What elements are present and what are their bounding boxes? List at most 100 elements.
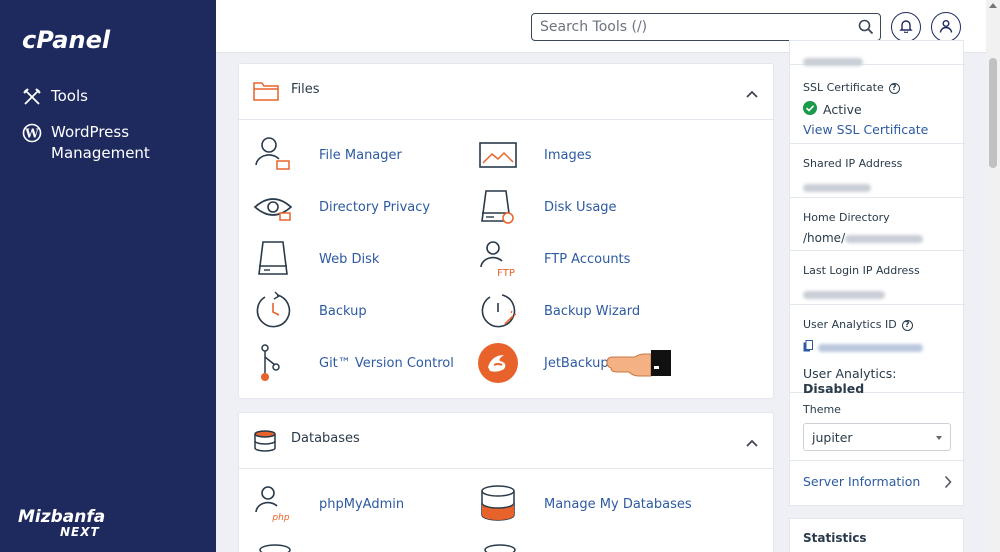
tool-manage-databases[interactable]: Manage My Databases — [478, 484, 692, 524]
chevron-up-icon[interactable] — [745, 433, 759, 452]
tool-label: Directory Privacy — [319, 199, 431, 215]
copy-icon[interactable] — [803, 340, 813, 356]
backup-wizard-icon — [478, 291, 518, 331]
files-panel-header[interactable]: Files — [239, 64, 773, 120]
database-icon — [253, 430, 277, 456]
sidebar-item-wordpress[interactable]: W WordPress Management — [22, 122, 172, 164]
search-icon[interactable] — [858, 19, 874, 39]
tool-ftp-accounts[interactable]: FTP FTP Accounts — [478, 239, 630, 279]
tool-backup[interactable]: Backup — [253, 291, 367, 331]
search-input[interactable] — [540, 19, 850, 35]
redacted-value — [803, 183, 871, 192]
images-icon — [478, 135, 518, 175]
tool-jetbackup[interactable]: JetBackup 5 — [478, 343, 621, 383]
info-row-cut — [790, 41, 965, 66]
analytics-prefix: User Analytics: — [803, 366, 897, 381]
cpanel-logo[interactable]: cPanel — [22, 26, 110, 54]
folder-icon — [253, 81, 279, 105]
databases-panel-header[interactable]: Databases — [239, 413, 773, 469]
web-disk-icon — [253, 239, 293, 279]
jetbackup-icon — [478, 343, 518, 383]
svg-text:php: php — [271, 513, 289, 523]
theme-select[interactable]: jupiter — [803, 423, 951, 451]
caret-down-icon — [936, 436, 942, 440]
directory-privacy-icon — [253, 187, 293, 227]
analytics-id-label: User Analytics ID — [803, 318, 897, 331]
panel-title: Databases — [291, 431, 360, 446]
server-information-link[interactable]: Server Information — [790, 461, 965, 507]
chevron-right-icon — [944, 474, 952, 507]
user-icon — [939, 18, 953, 37]
ssl-status: Active — [823, 102, 862, 117]
statistics-card: Statistics — [789, 518, 964, 552]
file-manager-icon — [253, 135, 293, 175]
notifications-button[interactable] — [891, 12, 921, 42]
check-circle-icon — [803, 101, 817, 119]
tool-label: Backup Wizard — [544, 303, 641, 319]
tool-images[interactable]: Images — [478, 135, 592, 175]
info-row-shared-ip: Shared IP Address — [790, 144, 965, 198]
tool-label: Disk Usage — [544, 199, 617, 215]
tool-directory-privacy[interactable]: Directory Privacy — [253, 187, 430, 227]
panel-title: Files — [291, 82, 320, 97]
server-info-label: Server Information — [803, 474, 921, 489]
tool-backup-wizard[interactable]: Backup Wizard — [478, 291, 640, 331]
sidebar-item-label: Tools — [51, 87, 88, 105]
ftp-accounts-icon: FTP — [478, 239, 518, 279]
scroll-thumb[interactable] — [989, 58, 997, 168]
sidebar-item-tools[interactable]: Tools — [22, 86, 88, 107]
info-row-ssl: SSL Certificate? Active View SSL Certifi… — [790, 65, 965, 144]
svg-text:W: W — [24, 127, 39, 141]
info-row-analytics: User Analytics ID? User Analytics: Disab… — [790, 305, 965, 396]
last-login-label: Last Login IP Address — [803, 264, 920, 277]
info-row-last-login: Last Login IP Address — [790, 251, 965, 305]
home-dir-label: Home Directory — [803, 211, 890, 224]
tool-phpmyadmin[interactable]: php phpMyAdmin — [253, 484, 404, 524]
tool-label: Backup — [319, 303, 367, 319]
tool-web-disk[interactable]: Web Disk — [253, 239, 379, 279]
theme-label: Theme — [803, 403, 841, 416]
tool-label: FTP Accounts — [544, 251, 631, 267]
svg-text:FTP: FTP — [497, 268, 515, 279]
database-partial-icon — [257, 539, 293, 552]
shared-ip-label: Shared IP Address — [803, 157, 903, 170]
redacted-value — [803, 290, 885, 299]
tool-label: Git™ Version Control — [319, 355, 454, 371]
backup-icon — [253, 291, 293, 331]
statistics-title: Statistics — [803, 531, 867, 545]
manage-databases-icon — [478, 484, 518, 524]
help-icon[interactable]: ? — [901, 319, 913, 331]
tool-label: Images — [544, 147, 592, 163]
sidebar-item-label: WordPress Management — [51, 123, 150, 162]
tool-label: Web Disk — [319, 251, 380, 267]
chevron-up-icon[interactable] — [745, 84, 759, 103]
view-ssl-link[interactable]: View SSL Certificate — [803, 122, 952, 137]
wordpress-icon: W — [22, 123, 42, 143]
disk-usage-icon — [478, 187, 518, 227]
phpmyadmin-icon: php — [253, 484, 293, 524]
files-panel: Files File Manager Images Directory Priv… — [238, 63, 774, 399]
redacted-value — [818, 344, 923, 352]
page-scrollbar[interactable] — [986, 0, 1000, 552]
tool-git-version-control[interactable]: Git™ Version Control — [253, 343, 454, 383]
tool-label: phpMyAdmin — [319, 496, 405, 512]
tool-label: Manage My Databases — [544, 496, 692, 512]
tool-file-manager[interactable]: File Manager — [253, 135, 402, 175]
tool-label: File Manager — [319, 147, 402, 163]
git-icon — [253, 343, 293, 383]
help-icon[interactable]: ? — [888, 82, 900, 94]
mizbanfa-logo: Mizbanfa NEXT — [18, 507, 106, 539]
tools-icon — [22, 87, 42, 107]
home-dir-value: /home/ — [803, 231, 846, 245]
theme-value: jupiter — [812, 429, 853, 445]
sidebar: cPanel Tools W WordPress Management Mizb… — [0, 0, 216, 552]
ssl-label: SSL Certificate — [803, 81, 884, 94]
general-information-card: SSL Certificate? Active View SSL Certifi… — [789, 40, 965, 507]
search-box[interactable] — [531, 13, 881, 41]
databases-panel: Databases php phpMyAdmin Manage My Datab… — [238, 412, 774, 552]
tool-disk-usage[interactable]: Disk Usage — [478, 187, 617, 227]
scroll-up-icon[interactable] — [989, 3, 997, 8]
database-partial-icon — [482, 539, 518, 552]
bell-icon — [899, 18, 913, 37]
user-menu-button[interactable] — [931, 12, 961, 42]
